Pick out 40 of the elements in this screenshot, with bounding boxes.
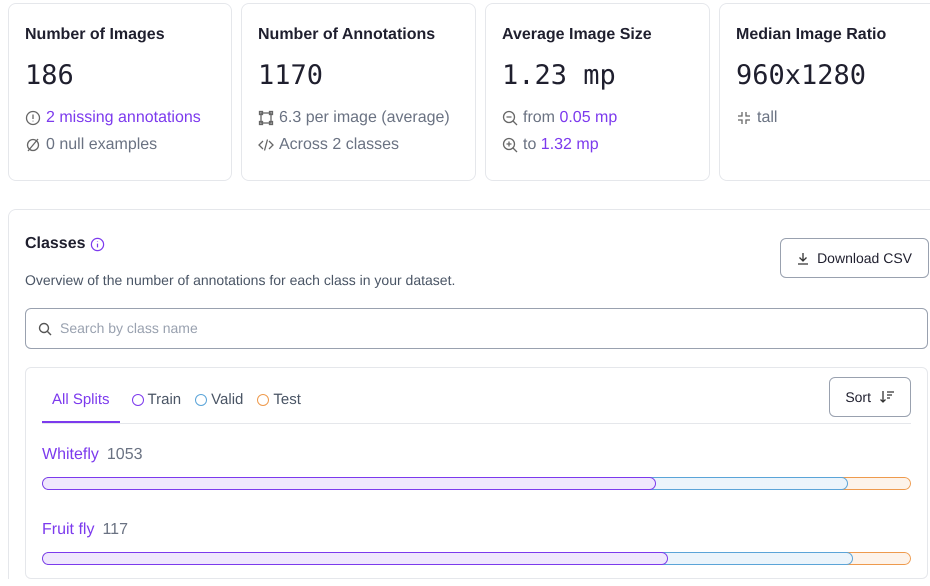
stat-detail: Across 2 classes (279, 135, 400, 156)
stat-title: Number of Images (25, 25, 166, 45)
alert-icon (25, 110, 41, 126)
search-icon (38, 322, 52, 336)
split-tab[interactable]: Valid (193, 379, 246, 423)
stat-detail: 6.3 per image (average) (279, 108, 450, 128)
section-description: Overview of the number of annotations for each class in your dataset. (25, 271, 456, 290)
stat-detail: 2 missing annotations (46, 108, 201, 128)
section-title: Classes (25, 234, 86, 254)
stat-detail: 0 null examples (46, 135, 158, 156)
split-tab[interactable]: Test (255, 379, 303, 423)
stat-value: 186 (25, 59, 75, 93)
zoom-out-icon (502, 110, 518, 126)
stat-title: Median Image Ratio (736, 25, 888, 45)
zoom-in-icon (502, 137, 518, 154)
class-name[interactable]: Whitefly (42, 443, 99, 467)
compress-icon (736, 110, 752, 126)
search-input[interactable]: Search by class name (60, 318, 915, 339)
info-icon[interactable] (90, 236, 104, 252)
split-tab[interactable]: All Splits (42, 379, 120, 423)
stat-value: 1170 (258, 59, 324, 93)
stat-title: Number of Annotations (258, 25, 436, 45)
stat-title: Average Image Size (502, 25, 653, 45)
empty-set-icon (25, 137, 41, 154)
stat-value: 960x1280 (736, 59, 868, 93)
download-icon (797, 252, 810, 264)
stat-detail: from 0.05 mp (523, 108, 618, 128)
sort-icon (879, 390, 895, 404)
split-tab[interactable]: Train (130, 379, 184, 423)
code-icon (258, 137, 274, 154)
class-count: 117 (102, 520, 128, 540)
stat-detail: to 1.32 mp (523, 135, 599, 156)
search-field[interactable]: Search by class name (25, 308, 928, 349)
stat-value: 1.23 mp (502, 59, 617, 93)
download-button[interactable]: Download CSV (780, 238, 929, 278)
stat-detail: tall (757, 108, 778, 128)
class-name[interactable]: Fruit fly (42, 518, 94, 542)
sort-button[interactable]: Sort (829, 377, 911, 417)
class-count: 1053 (106, 445, 142, 465)
bounding-box-icon (258, 110, 274, 126)
